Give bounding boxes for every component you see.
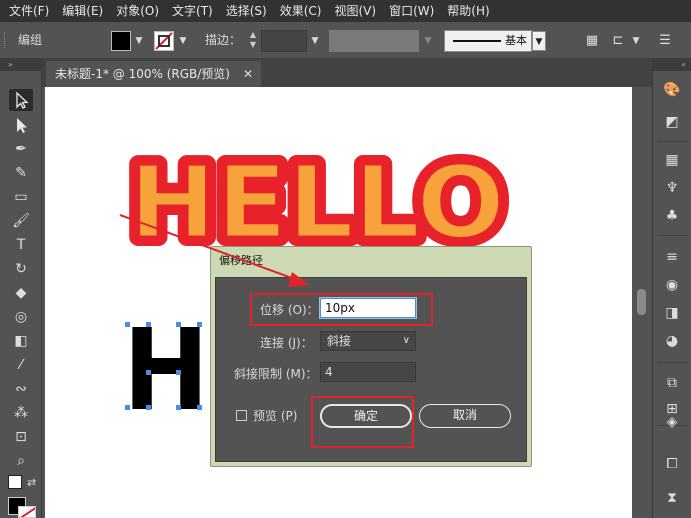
brush-line-preview (453, 40, 501, 42)
zoom-tool-icon[interactable]: ⌕ (9, 450, 33, 472)
transform-panel-icon[interactable]: ⧗ (661, 487, 683, 509)
direct-selection-tool-icon[interactable] (9, 114, 33, 136)
close-tab-icon[interactable]: ✕ (243, 61, 253, 87)
brush-chevron-icon[interactable]: ▼ (532, 31, 546, 51)
transform-chevron-icon[interactable]: ▼ (628, 33, 644, 49)
symbols-panel-icon[interactable]: ♣ (661, 205, 683, 227)
variable-width-profile[interactable] (329, 30, 419, 52)
layers-panel-icon[interactable]: ◈ (661, 411, 683, 433)
vertical-scrollbar[interactable] (632, 87, 652, 518)
color-guide-icon[interactable]: ◩ (661, 111, 683, 133)
rectangle-tool-icon[interactable]: ▭ (9, 186, 33, 208)
brush-definition-field[interactable]: 基本 (444, 30, 532, 52)
selection-tool-icon[interactable] (9, 89, 33, 111)
panel-menu-icon[interactable]: ☰ (657, 33, 673, 49)
cancel-button[interactable]: 取消 (419, 404, 511, 428)
stroke-weight-spinner[interactable]: ▲ ▼ (246, 30, 260, 52)
warp-tool-icon[interactable]: ◎ (9, 306, 33, 328)
fill-swatch[interactable] (111, 31, 131, 51)
document-tab[interactable]: 未标题-1* @ 100% (RGB/预览) ✕ (46, 61, 261, 87)
document-tab-bar: 未标题-1* @ 100% (RGB/预览) ✕ (42, 59, 652, 87)
offset-highlight-box (250, 293, 433, 326)
panel-grip[interactable] (4, 32, 7, 48)
stroke-swatch[interactable] (154, 31, 174, 51)
document-tab-title: 未标题-1* @ 100% (RGB/预览) (55, 67, 230, 81)
menu-help[interactable]: 帮助(H) (442, 0, 497, 22)
menu-select[interactable]: 选择(S) (221, 0, 275, 22)
menu-effect[interactable]: 效果(C) (275, 0, 330, 22)
swap-colors-icon[interactable]: ⇄ (27, 476, 36, 489)
align-panel-icon[interactable]: ⧠ (661, 453, 683, 475)
ok-highlight-box (311, 396, 414, 448)
tools-panel: » ✒ ✎ ▭ 🖌 T ↻ ◆ ◎ ◧ ⁄ ∾ ⁂ ⊡ ⌕ ⇄ (0, 59, 42, 518)
align-grid-icon[interactable]: ▦ (584, 33, 600, 49)
selected-letter: H (123, 306, 209, 436)
stroke-color-icon[interactable] (18, 506, 36, 518)
transparency-panel-icon[interactable]: ◨ (661, 302, 683, 324)
dialog-title: 偏移路径 (219, 254, 263, 267)
paintbrush-tool-icon[interactable]: 🖌 (9, 210, 33, 232)
panel-dock: « 🎨 ◩ ▦ ♆ ♣ ≡ ◉ ◨ ◕ ⧉ ⊞ ◈ ⧠ ⧗ (652, 59, 691, 518)
stroke-weight-input[interactable] (261, 30, 307, 52)
miter-limit-label: 斜接限制 (M)： (234, 367, 318, 381)
symbol-sprayer-tool-icon[interactable]: ⁂ (9, 402, 33, 424)
preview-label[interactable]: 预览 (P) (253, 407, 297, 424)
brushes-panel-icon[interactable]: ♆ (661, 177, 683, 199)
join-select[interactable]: 斜接 ∨ (320, 331, 416, 351)
expand-panels-icon[interactable]: « (653, 59, 691, 71)
vertical-scroll-thumb[interactable] (637, 289, 646, 315)
menu-window[interactable]: 窗口(W) (384, 0, 442, 22)
panel-divider (657, 141, 688, 142)
join-label: 连接 (J)： (260, 336, 313, 350)
appearance-panel-icon[interactable]: ◕ (661, 330, 683, 352)
control-bar: 编组 ▼ ▼ 描边： ▲ ▼ ▼ ▼ 基本 ▼ ▦ ⊏ ▼ ☰ (0, 22, 691, 59)
join-select-value: 斜接 (327, 334, 352, 348)
blend-tool-icon[interactable]: ∾ (9, 378, 33, 400)
asset-export-icon[interactable]: ⧉ (661, 372, 683, 394)
transform-icon[interactable]: ⊏ (610, 33, 626, 49)
preview-checkbox[interactable] (236, 410, 247, 421)
menu-bar: 文件(F) 编辑(E) 对象(O) 文字(T) 选择(S) 效果(C) 视图(V… (0, 0, 691, 22)
artboard-tool-icon[interactable]: ⊡ (9, 426, 33, 448)
color-panel-icon[interactable]: 🎨 (661, 79, 683, 101)
swatches-panel-icon[interactable]: ▦ (661, 149, 683, 171)
profile-chevron-icon[interactable]: ▼ (421, 31, 435, 51)
panel-divider (657, 235, 688, 236)
miter-limit-input[interactable]: 4 (320, 362, 416, 382)
curvature-tool-icon[interactable]: ✎ (9, 162, 33, 184)
menu-type[interactable]: 文字(T) (167, 0, 221, 22)
menu-edit[interactable]: 编辑(E) (57, 0, 111, 22)
menu-object[interactable]: 对象(O) (111, 0, 167, 22)
selection-type-label: 编组 (18, 33, 43, 47)
eyedropper-tool-icon[interactable]: ⁄ (9, 354, 33, 376)
headline-text: HELLO (129, 144, 505, 261)
collapse-tools-icon[interactable]: » (0, 59, 42, 71)
stroke-none-icon (155, 32, 173, 50)
stroke-panel-icon[interactable]: ≡ (661, 246, 683, 268)
panel-divider (657, 362, 688, 363)
gradient-panel-icon[interactable]: ◉ (661, 274, 683, 296)
type-tool-icon[interactable]: T (9, 234, 33, 256)
fill-dropdown-chevron-icon[interactable]: ▼ (132, 31, 146, 51)
stroke-weight-chevron-icon[interactable]: ▼ (308, 31, 322, 51)
stroke-dropdown-chevron-icon[interactable]: ▼ (176, 31, 190, 51)
brush-definition-label: 基本 (505, 34, 527, 47)
chevron-down-icon: ∨ (402, 335, 410, 346)
eraser-tool-icon[interactable]: ◆ (9, 282, 33, 304)
menu-view[interactable]: 视图(V) (329, 0, 384, 22)
stroke-weight-label: 描边： (205, 33, 242, 47)
rotate-tool-icon[interactable]: ↻ (9, 258, 33, 280)
menu-file[interactable]: 文件(F) (4, 0, 57, 22)
pen-tool-icon[interactable]: ✒ (9, 138, 33, 160)
gradient-tool-icon[interactable]: ◧ (9, 330, 33, 352)
default-colors-icon[interactable] (8, 475, 22, 489)
